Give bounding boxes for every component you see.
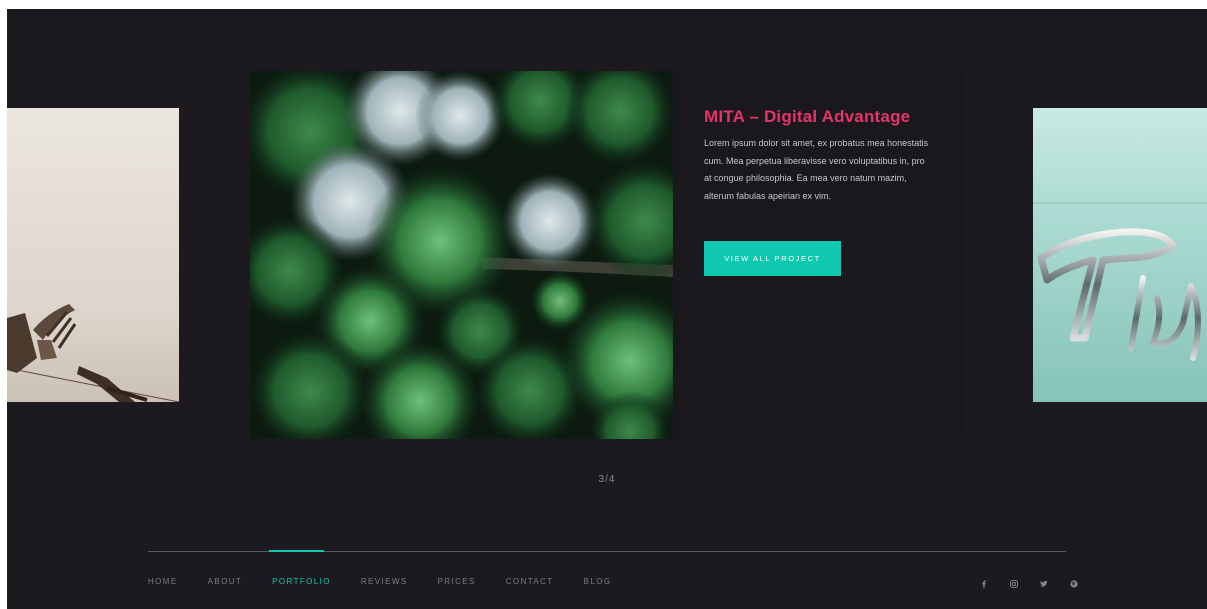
nav-contact[interactable]: CONTACT [506, 577, 554, 591]
social-links [969, 576, 1089, 590]
slide-content: MITA – Digital Advantage Lorem ipsum dol… [704, 107, 930, 205]
nav-prices[interactable]: PRICES [438, 577, 476, 591]
nav-active-indicator [269, 550, 324, 552]
pinterest-icon[interactable] [1059, 576, 1089, 590]
nav-reviews[interactable]: REVIEWS [361, 577, 408, 591]
nav-portfolio[interactable]: PORTFOLIO [272, 577, 331, 591]
next-slide-image[interactable] [1033, 108, 1207, 402]
twitter-icon[interactable] [1029, 576, 1059, 590]
slide-title: MITA – Digital Advantage [704, 107, 911, 126]
view-all-project-button[interactable]: VIEW ALL PROJECT [704, 241, 841, 276]
car-emblem-photo [1033, 108, 1207, 402]
nav-blog[interactable]: BLOG [584, 577, 612, 591]
previous-slide-image[interactable] [7, 108, 179, 402]
footer-nav: HOME ABOUT PORTFOLIO REVIEWS PRICES CONT… [148, 577, 611, 591]
active-slide: MITA – Digital Advantage Lorem ipsum dol… [250, 71, 963, 439]
instagram-icon[interactable] [999, 576, 1029, 590]
forest-aerial-photo [250, 71, 673, 439]
slide-description: Lorem ipsum dolor sit amet, ex probatus … [704, 138, 929, 201]
nav-home[interactable]: HOME [148, 577, 178, 591]
portfolio-page: MITA – Digital Advantage Lorem ipsum dol… [7, 9, 1207, 609]
nav-about[interactable]: ABOUT [208, 577, 243, 591]
facebook-icon[interactable] [969, 576, 999, 590]
chair-photo [7, 108, 179, 402]
slide-counter: 3/4 [598, 474, 616, 485]
